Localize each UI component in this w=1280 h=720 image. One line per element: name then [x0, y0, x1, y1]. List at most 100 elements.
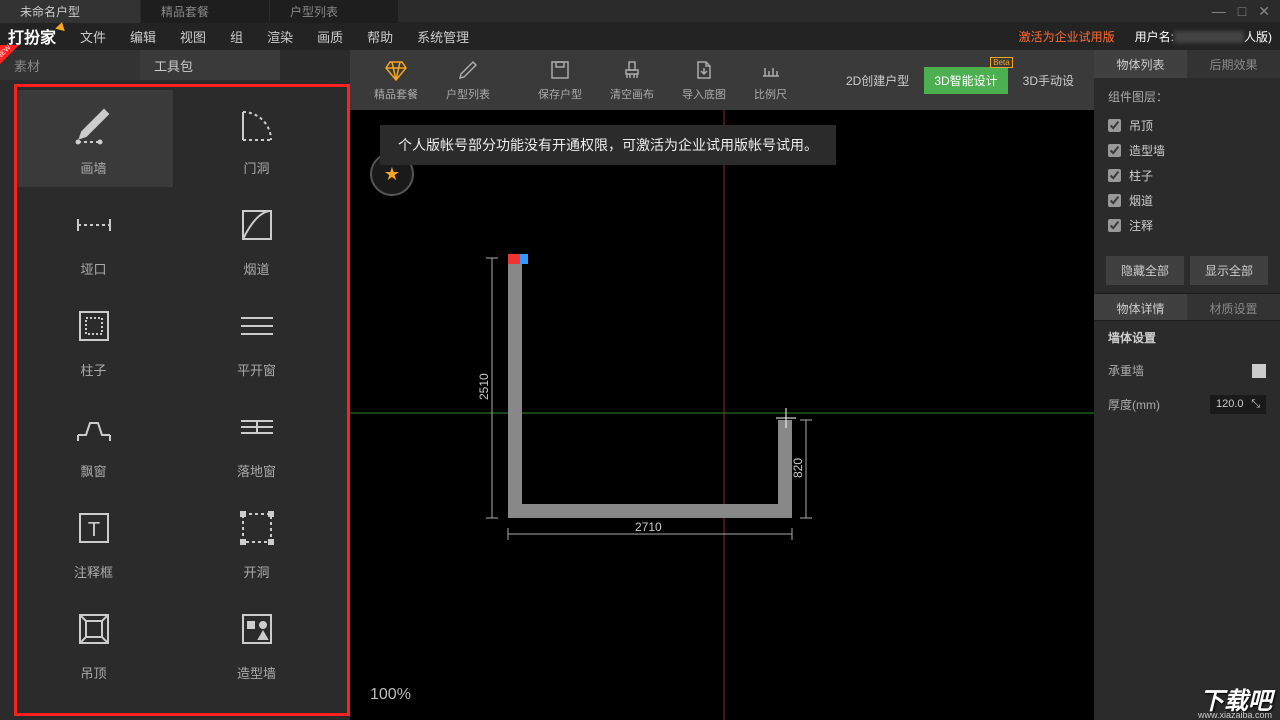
user-info: 用户名:人版) — [1135, 28, 1272, 45]
tool-label: 画墙 — [80, 158, 106, 177]
menu-file[interactable]: 文件 — [68, 27, 118, 46]
brush-icon — [620, 58, 644, 82]
tool-label: 平开窗 — [237, 360, 276, 379]
menu-group[interactable]: 组 — [218, 27, 255, 46]
rtab-detail[interactable]: 物体详情 — [1094, 294, 1187, 320]
shapes-icon — [233, 605, 281, 653]
tool-label: 造型墙 — [237, 663, 276, 682]
tool-bay[interactable]: 飘窗 — [14, 393, 173, 490]
bay-icon — [70, 403, 118, 451]
notice-bar: 个人版帐号部分功能没有开通权限，可激活为企业试用版帐号试用。 — [380, 125, 836, 165]
curve-rect-icon — [233, 201, 281, 249]
tool-label: 柱子 — [80, 360, 106, 379]
tool-text[interactable]: T 注释框 — [14, 494, 173, 591]
rtab-effects[interactable]: 后期效果 — [1187, 50, 1280, 78]
h-lines-icon — [233, 302, 281, 350]
thickness-input[interactable]: 120.0⤡ — [1210, 395, 1266, 414]
layer-row[interactable]: 烟道 — [1108, 188, 1266, 213]
menu-view[interactable]: 视图 — [168, 27, 218, 46]
layer-label: 吊顶 — [1129, 117, 1153, 134]
menu-help[interactable]: 帮助 — [355, 27, 405, 46]
layer-label: 烟道 — [1129, 192, 1153, 209]
layer-label: 柱子 — [1129, 167, 1153, 184]
menu-edit[interactable]: 编辑 — [118, 27, 168, 46]
arc-icon — [233, 100, 281, 148]
dot-border-icon — [233, 504, 281, 552]
tb-clear[interactable]: 清空画布 — [596, 54, 668, 106]
tool-shapes[interactable]: 造型墙 — [177, 595, 336, 692]
grid-win-icon — [233, 403, 281, 451]
wall-settings-title: 墙体设置 — [1094, 321, 1280, 354]
menu-quality[interactable]: 画质 — [305, 27, 355, 46]
ruler-icon — [759, 58, 783, 82]
ceiling-icon — [70, 605, 118, 653]
pencil-icon — [70, 100, 118, 148]
left-tab-material[interactable]: 素材 — [0, 50, 140, 80]
rtab-material[interactable]: 材质设置 — [1187, 294, 1280, 320]
layer-checkbox[interactable] — [1108, 219, 1121, 232]
layer-checkbox[interactable] — [1108, 194, 1121, 207]
mode-3d-smart[interactable]: 3D智能设计Beta — [924, 67, 1007, 94]
tool-label: 飘窗 — [80, 461, 106, 480]
beta-badge: Beta — [990, 57, 1012, 68]
watermark-url: www.xiazaiba.com — [1198, 710, 1272, 720]
activation-link[interactable]: 激活为企业试用版 — [1019, 28, 1115, 45]
tb-save[interactable]: 保存户型 — [524, 54, 596, 106]
layer-row[interactable]: 造型墙 — [1108, 138, 1266, 163]
doc-tab-1[interactable]: 未命名户型 — [0, 0, 140, 23]
tb-premium[interactable]: 精品套餐 — [360, 54, 432, 106]
pencil-icon — [456, 58, 480, 82]
tool-h-lines[interactable]: 平开窗 — [177, 292, 336, 389]
tool-ceiling[interactable]: 吊顶 — [14, 595, 173, 692]
svg-text:2710: 2710 — [635, 520, 662, 534]
tool-label: 门洞 — [243, 158, 269, 177]
tool-arc[interactable]: 门洞 — [177, 90, 336, 187]
hide-all-button[interactable]: 隐藏全部 — [1106, 256, 1184, 285]
thickness-label: 厚度(mm) — [1108, 396, 1160, 413]
tool-dot-border[interactable]: 开洞 — [177, 494, 336, 591]
layer-row[interactable]: 吊顶 — [1108, 113, 1266, 138]
tool-dash-line[interactable]: 垭口 — [14, 191, 173, 288]
tool-grid-win[interactable]: 落地窗 — [177, 393, 336, 490]
diamond-icon — [384, 58, 408, 82]
doc-tab-2[interactable]: 精品套餐 — [141, 0, 269, 23]
tb-ruler[interactable]: 比例尺 — [740, 54, 801, 106]
tool-curve-rect[interactable]: 烟道 — [177, 191, 336, 288]
tool-dot-rect[interactable]: 柱子 — [14, 292, 173, 389]
expand-icon: ⤡ — [1251, 398, 1260, 411]
svg-text:T: T — [87, 519, 99, 541]
floorplan-svg: 2510 2710 820 — [350, 110, 1094, 720]
drawing-canvas[interactable]: 个人版帐号部分功能没有开通权限，可激活为企业试用版帐号试用。 ★ 2510 27… — [350, 110, 1094, 720]
mode-2d[interactable]: 2D创建户型 — [836, 67, 919, 94]
show-all-button[interactable]: 显示全部 — [1190, 256, 1268, 285]
tool-pencil[interactable]: 画墙 — [14, 90, 173, 187]
layer-label: 注释 — [1129, 217, 1153, 234]
menu-render[interactable]: 渲染 — [255, 27, 305, 46]
left-tab-toolkit[interactable]: 工具包 — [140, 50, 280, 80]
dot-rect-icon — [70, 302, 118, 350]
new-badge — [0, 45, 19, 69]
minimize-icon[interactable]: — — [1212, 3, 1226, 20]
tool-label: 吊顶 — [80, 663, 106, 682]
tool-label: 垭口 — [80, 259, 106, 278]
maximize-icon[interactable]: □ — [1238, 3, 1246, 20]
import-icon — [692, 58, 716, 82]
layer-checkbox[interactable] — [1108, 119, 1121, 132]
bearing-wall-swatch[interactable] — [1252, 364, 1266, 378]
menu-sysadmin[interactable]: 系统管理 — [405, 27, 481, 46]
layer-checkbox[interactable] — [1108, 169, 1121, 182]
rtab-objects[interactable]: 物体列表 — [1094, 50, 1187, 78]
layer-label: 造型墙 — [1129, 142, 1165, 159]
close-icon[interactable]: ✕ — [1258, 3, 1270, 20]
tool-label: 注释框 — [74, 562, 113, 581]
layer-row[interactable]: 注释 — [1108, 213, 1266, 238]
tb-layout[interactable]: 户型列表 — [432, 54, 504, 106]
tb-import[interactable]: 导入底图 — [668, 54, 740, 106]
dash-line-icon — [70, 201, 118, 249]
layer-checkbox[interactable] — [1108, 144, 1121, 157]
mode-3d-manual[interactable]: 3D手动设 — [1013, 67, 1084, 94]
tool-label: 开洞 — [243, 562, 269, 581]
doc-tab-3[interactable]: 户型列表 — [270, 0, 398, 23]
layers-title: 组件图层： — [1108, 88, 1266, 105]
layer-row[interactable]: 柱子 — [1108, 163, 1266, 188]
